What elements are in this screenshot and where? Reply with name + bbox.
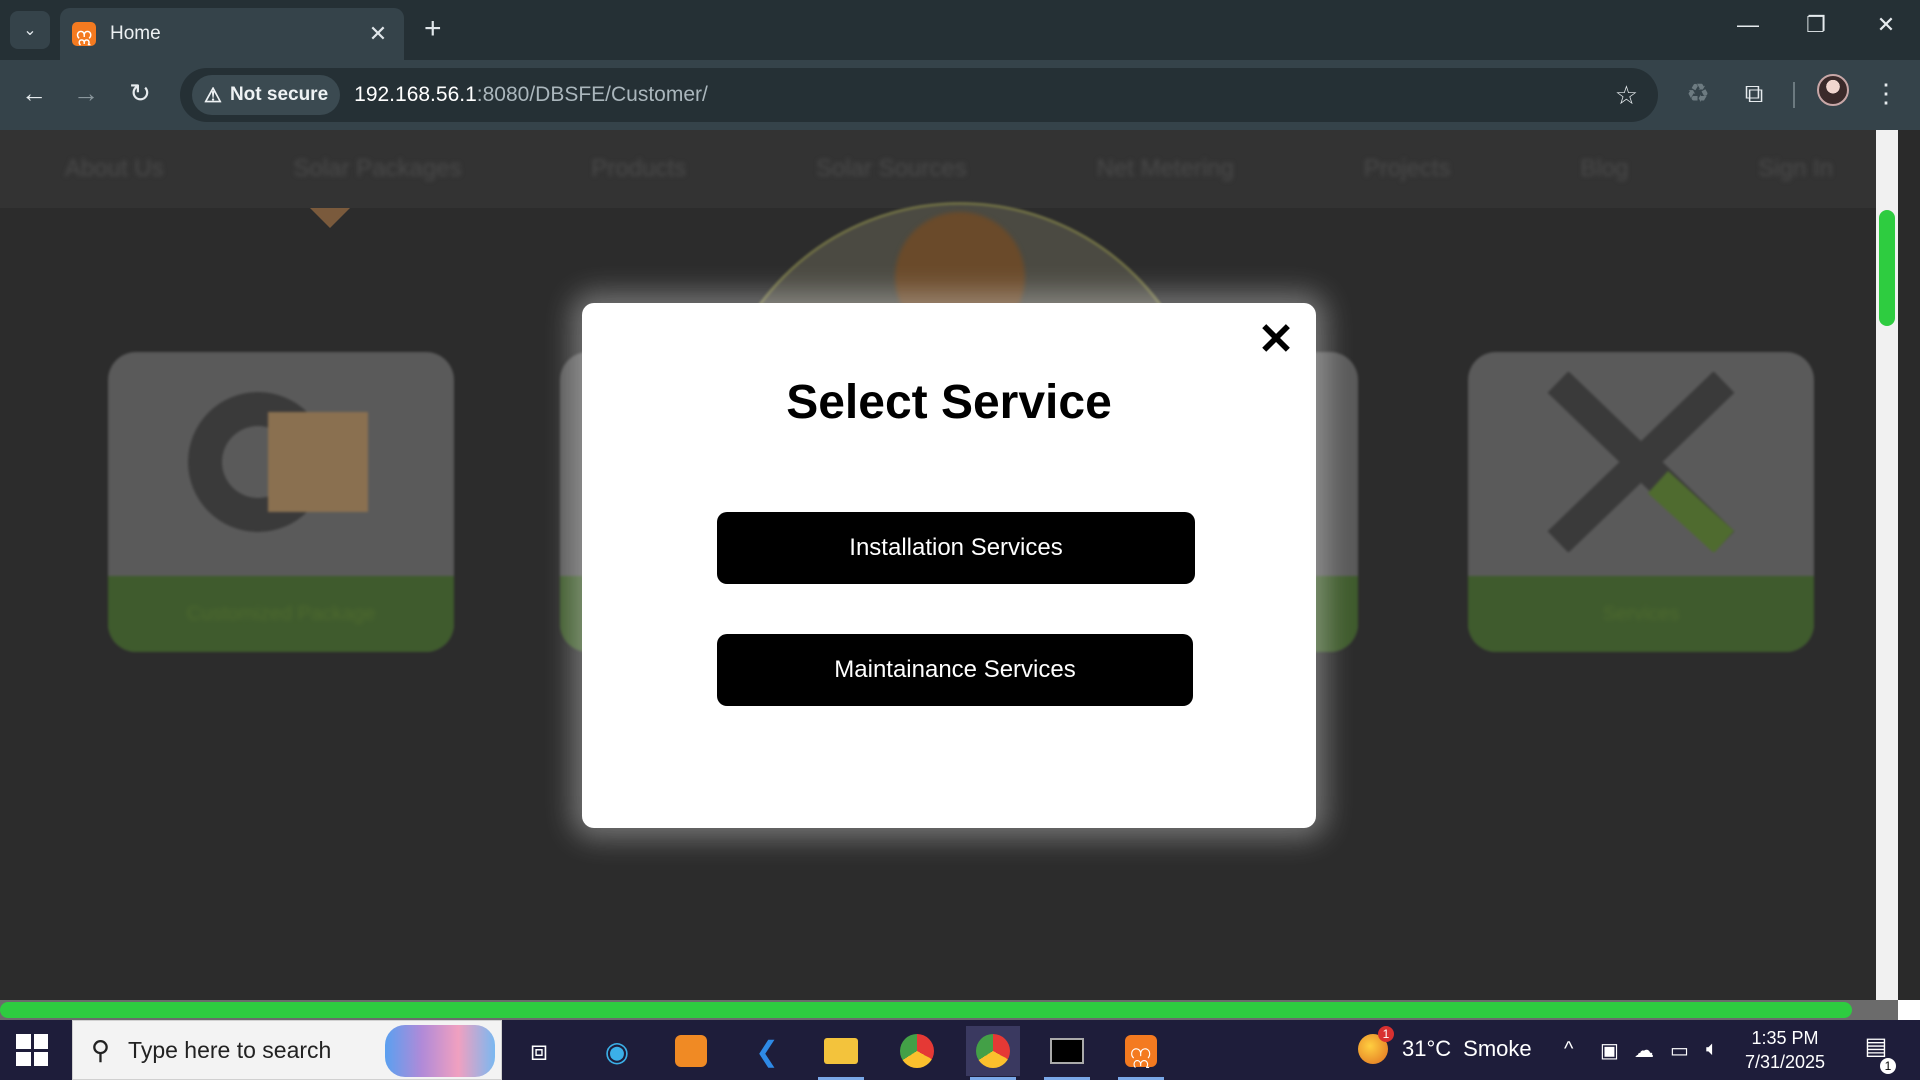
close-icon[interactable]: ✕ [1254,315,1298,365]
site-nav-item[interactable]: Sign In [1758,155,1833,183]
restore-button[interactable]: ❐ [1796,12,1836,38]
address-bar[interactable]: ⚠ Not secure 192.168.56.1:8080/DBSFE/Cus… [180,68,1658,122]
card-label: Services [1602,603,1680,625]
clock-date: 7/31/2025 [1744,1052,1826,1072]
services-card[interactable]: Services [1468,352,1814,652]
edge-browser-icon[interactable]: ◉ [590,1026,644,1076]
notification-icon: ▤ [1864,1033,1888,1060]
notification-count: 1 [1880,1058,1896,1074]
system-clock[interactable]: 1:35 PM 7/31/2025 [1730,1026,1840,1074]
site-navigation: About Us Solar Packages Products Solar S… [0,130,1898,208]
active-nav-indicator [310,208,350,228]
site-nav-item[interactable]: Projects [1364,155,1451,183]
horizontal-scrollbar-thumb[interactable] [0,1002,1852,1018]
site-nav-item[interactable]: Net Metering [1097,155,1234,183]
search-highlight-image [385,1025,495,1077]
extensions-puzzle-icon[interactable]: ⧉ [1736,78,1772,110]
scrollbar-corner [1898,1000,1920,1020]
tools-wrench-icon [1547,372,1735,552]
weather-description: Smoke [1463,1036,1532,1061]
terminal-icon[interactable] [1040,1026,1094,1080]
toolbar-divider [1793,82,1795,108]
site-nav-item[interactable]: Solar Packages [293,155,461,183]
vertical-scrollbar-thumb[interactable] [1879,210,1895,326]
forward-button[interactable]: → [68,78,104,109]
url-text[interactable]: 192.168.56.1:8080/DBSFE/Customer/ [354,83,708,107]
windows-taskbar: ⚲ Type here to search ⧈ ◉ ❮ ဣ 1 31°C Smo… [0,1020,1920,1080]
site-nav-item[interactable]: Blog [1580,155,1628,183]
vertical-scrollbar[interactable] [1876,130,1898,1000]
warning-icon: ⚠ [204,84,222,107]
reload-button[interactable]: ↻ [122,78,158,109]
meet-icon[interactable]: ▣ [1600,1038,1619,1063]
notification-center-button[interactable]: ▤ 1 [1856,1032,1896,1074]
minimize-button[interactable]: — [1728,12,1768,38]
security-label: Not secure [229,84,329,105]
card-footer: Services [1468,576,1814,652]
bookmark-star-icon[interactable]: ☆ [1615,80,1638,111]
url-host: 192.168.56.1 [354,83,477,106]
installation-services-button[interactable]: Installation Services [717,512,1195,584]
back-button[interactable]: ← [16,78,52,109]
network-icon[interactable]: ▭ [1670,1038,1689,1063]
vscode-icon[interactable]: ❮ [740,1026,794,1076]
tab-close-icon[interactable]: ✕ [364,21,392,47]
volume-icon[interactable]: 🔈︎ [1706,1038,1718,1061]
site-security-chip[interactable]: ⚠ Not secure [192,75,341,115]
url-path: :8080/DBSFE/Customer/ [476,83,708,106]
window-close-button[interactable]: ✕ [1866,12,1906,38]
tab-search-button[interactable]: ⌄ [10,11,50,49]
windows-start-button[interactable] [16,1034,48,1066]
new-tab-button[interactable]: + [424,14,442,44]
task-view-icon[interactable]: ⧈ [512,1026,566,1076]
chrome-profile-icon[interactable] [966,1026,1020,1080]
browser-tab-home[interactable]: ဣ Home ✕ [60,8,404,60]
chevron-down-icon: ⌄ [23,22,37,39]
weather-widget[interactable]: 1 31°C Smoke [1358,1026,1532,1064]
card-label: Customized Package [186,603,376,625]
site-nav-item[interactable]: Solar Sources [816,155,967,183]
onedrive-cloud-icon[interactable]: ☁ [1634,1038,1654,1063]
gear-panel-icon [188,392,368,532]
xampp-icon[interactable]: ဣ [1114,1026,1168,1080]
site-nav-item[interactable]: Products [591,155,686,183]
browser-tab-bar: ⌄ ဣ Home ✕ + — ❐ ✕ [0,0,1920,60]
site-nav-item[interactable]: About Us [65,155,164,183]
weather-alert-badge: 1 [1378,1026,1394,1042]
more-menu-icon[interactable]: ⋮ [1868,78,1904,109]
search-placeholder: Type here to search [128,1036,332,1063]
weather-temperature: 31°C [1402,1036,1452,1061]
weather-icon: 1 [1358,1026,1394,1064]
modal-title: Select Service [786,376,1112,429]
taskbar-search-box[interactable]: ⚲ Type here to search [72,1020,502,1080]
search-icon: ⚲ [91,1034,111,1065]
customized-package-card[interactable]: Customized Package [108,352,454,652]
profile-avatar[interactable] [1817,74,1849,106]
file-explorer-icon[interactable] [814,1026,868,1080]
browser-toolbar: ← → ↻ ⚠ Not secure 192.168.56.1:8080/DBS… [0,60,1920,130]
select-service-modal: ✕ Select Service Installation Services M… [582,303,1316,828]
card-footer: Customized Package [108,576,454,652]
clock-time: 1:35 PM [1751,1028,1819,1048]
chevron-up-icon[interactable]: ^ [1564,1038,1573,1061]
sublime-text-icon[interactable] [664,1026,718,1076]
xampp-favicon-icon: ဣ [72,22,96,46]
chrome-icon[interactable] [890,1026,944,1076]
recycle-extension-icon[interactable]: ♻ [1680,78,1716,109]
tab-title: Home [110,23,161,44]
horizontal-scrollbar[interactable] [0,1000,1898,1020]
maintenance-services-button[interactable]: Maintainance Services [717,634,1193,706]
